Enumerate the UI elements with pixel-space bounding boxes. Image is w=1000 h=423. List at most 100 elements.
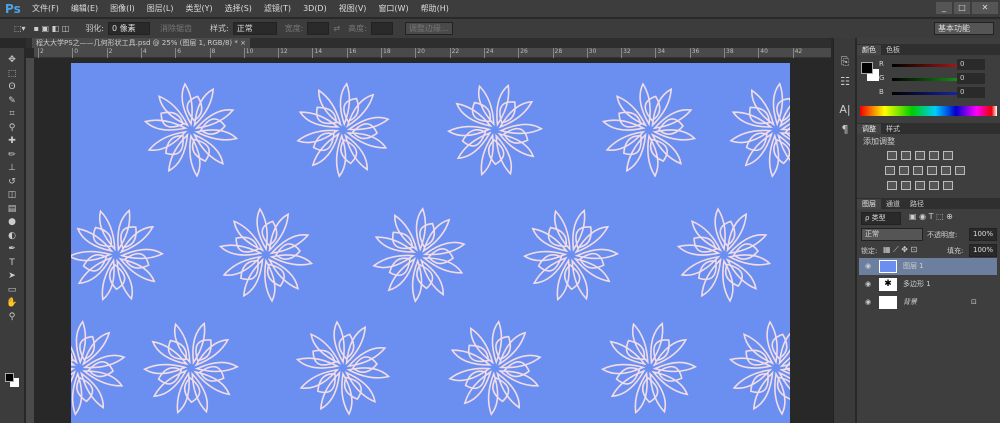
adjustment-icon[interactable]: [943, 151, 953, 160]
paragraph-icon[interactable]: ¶: [834, 120, 856, 140]
crop-tool-icon[interactable]: ⌗: [0, 108, 24, 122]
opacity-input[interactable]: 100%: [969, 228, 998, 241]
refine-edge-button[interactable]: 调整边缘...: [404, 22, 453, 35]
adjustment-icon[interactable]: [887, 151, 897, 160]
close-button[interactable]: ✕: [972, 2, 998, 14]
adjustment-icon[interactable]: [885, 166, 895, 175]
filter-icons[interactable]: ▣ ◉ T ⬚ ⊕: [909, 212, 953, 221]
color-ramp[interactable]: [860, 106, 997, 116]
opacity-label: 不透明度:: [927, 231, 958, 239]
swap-icon[interactable]: ⇄: [333, 24, 340, 33]
gradient-tool-icon[interactable]: ▤: [0, 203, 24, 217]
tab-styles[interactable]: 样式: [881, 124, 905, 134]
move-tool-icon[interactable]: ✥: [0, 54, 24, 68]
menu-image[interactable]: 图像(I): [110, 3, 135, 14]
visibility-eye-icon[interactable]: ◉: [865, 258, 871, 275]
document-canvas[interactable]: [71, 63, 790, 423]
menu-edit[interactable]: 编辑(E): [71, 3, 98, 14]
channel-value[interactable]: 0: [957, 59, 985, 70]
fill-label: 填充:: [947, 247, 964, 255]
layer-filter-select[interactable]: ρ 类型: [861, 212, 901, 225]
visibility-eye-icon[interactable]: ◉: [865, 294, 871, 311]
layer-row[interactable]: ◉ 背景 ⊡: [859, 294, 997, 311]
tab-swatches[interactable]: 色板: [881, 45, 905, 55]
character-icon[interactable]: A|: [834, 100, 856, 120]
workspace-select[interactable]: 基本功能: [934, 22, 994, 35]
brush-tool-icon[interactable]: ✏: [0, 149, 24, 163]
visibility-eye-icon[interactable]: ◉: [865, 276, 871, 293]
adjustment-icon[interactable]: [901, 151, 911, 160]
lock-icons[interactable]: ▦ ⟋ ✥ ⊡: [883, 245, 917, 255]
dodge-tool-icon[interactable]: ◐: [0, 230, 24, 244]
channel-label: R: [879, 60, 884, 68]
path-select-tool-icon[interactable]: ➤: [0, 270, 24, 284]
adjustment-icon[interactable]: [927, 166, 937, 175]
foreground-swatch[interactable]: [5, 373, 14, 382]
adjustment-icon[interactable]: [901, 181, 911, 190]
properties-icon[interactable]: ☷: [834, 72, 856, 92]
stamp-tool-icon[interactable]: ⊥: [0, 162, 24, 176]
tab-layers[interactable]: 图层: [857, 198, 881, 209]
flower-shape: [728, 321, 790, 415]
menu-select[interactable]: 选择(S): [225, 3, 252, 14]
adjustment-icon[interactable]: [929, 181, 939, 190]
marquee-tool-icon[interactable]: ⬚: [0, 68, 24, 82]
shape-tool-icon[interactable]: ▭: [0, 284, 24, 298]
adjustment-icon[interactable]: [915, 151, 925, 160]
foreground-color[interactable]: [861, 62, 873, 74]
menu-filter[interactable]: 滤镜(T): [264, 3, 291, 14]
menu-window[interactable]: 窗口(W): [378, 3, 408, 14]
blend-mode-select[interactable]: 正常: [861, 228, 923, 241]
adjustment-icon[interactable]: [929, 151, 939, 160]
fill-input[interactable]: 100%: [969, 244, 998, 257]
adjustment-icon[interactable]: [915, 181, 925, 190]
photoshop-logo: Ps: [5, 1, 21, 16]
adjustment-icon[interactable]: [955, 166, 965, 175]
menu-type[interactable]: 类型(Y): [185, 3, 212, 14]
tab-adjustments[interactable]: 调整: [857, 123, 881, 134]
add-adjustment-label: 添加调整: [863, 137, 895, 146]
quick-select-tool-icon[interactable]: ✎: [0, 95, 24, 109]
maximize-button[interactable]: □: [954, 2, 970, 14]
layer-row[interactable]: ◉ 图层 1: [859, 258, 997, 275]
channel-value[interactable]: 0: [957, 87, 985, 98]
healing-tool-icon[interactable]: ✚: [0, 135, 24, 149]
zoom-tool-icon[interactable]: ⚲: [0, 311, 24, 325]
marquee-preset-icon[interactable]: ⬚▾: [14, 24, 26, 33]
hand-tool-icon[interactable]: ✋: [0, 297, 24, 311]
feather-input[interactable]: 0 像素: [108, 22, 151, 35]
antialias-checkbox[interactable]: 消除锯齿: [160, 23, 192, 34]
adjustment-icon[interactable]: [943, 181, 953, 190]
style-select[interactable]: 正常: [232, 22, 277, 35]
width-input[interactable]: [307, 22, 330, 35]
pen-tool-icon[interactable]: ✒: [0, 243, 24, 257]
adjustment-icon[interactable]: [941, 166, 951, 175]
document-tab[interactable]: 程大大学PS之——几何形状工具.psd @ 25% (图层 1, RGB/8) …: [32, 38, 250, 48]
channel-value[interactable]: 0: [957, 73, 985, 84]
type-tool-icon[interactable]: T: [0, 257, 24, 271]
tab-close-icon[interactable]: ×: [240, 39, 246, 47]
color-panel: 颜色 色板 R 0 G 0 B 0: [857, 44, 1000, 120]
adjustment-icon[interactable]: [887, 181, 897, 190]
selection-mode-icons[interactable]: ▪ ▣ ◧ ◫: [34, 24, 70, 33]
adjustment-icon[interactable]: [913, 166, 923, 175]
menu-view[interactable]: 视图(V): [339, 3, 367, 14]
menu-3d[interactable]: 3D(D): [303, 4, 327, 13]
ruler-tick-label: 42: [792, 48, 802, 58]
lasso-tool-icon[interactable]: ʘ: [0, 81, 24, 95]
eraser-tool-icon[interactable]: ◫: [0, 189, 24, 203]
tab-paths[interactable]: 路径: [905, 199, 929, 209]
menu-file[interactable]: 文件(F): [32, 3, 59, 14]
history-icon[interactable]: ⎘: [834, 52, 856, 72]
layer-row[interactable]: ◉ ✱ 多边形 1: [859, 276, 997, 293]
menu-layer[interactable]: 图层(L): [147, 3, 174, 14]
tab-channels[interactable]: 通道: [881, 199, 905, 209]
tab-color[interactable]: 颜色: [857, 44, 881, 55]
adjustment-icon[interactable]: [899, 166, 909, 175]
blur-tool-icon[interactable]: ●: [0, 216, 24, 230]
eyedropper-tool-icon[interactable]: ⚲: [0, 122, 24, 136]
minimize-button[interactable]: _: [936, 2, 952, 14]
height-input[interactable]: [370, 22, 393, 35]
menu-help[interactable]: 帮助(H): [421, 3, 449, 14]
history-brush-tool-icon[interactable]: ↺: [0, 176, 24, 190]
